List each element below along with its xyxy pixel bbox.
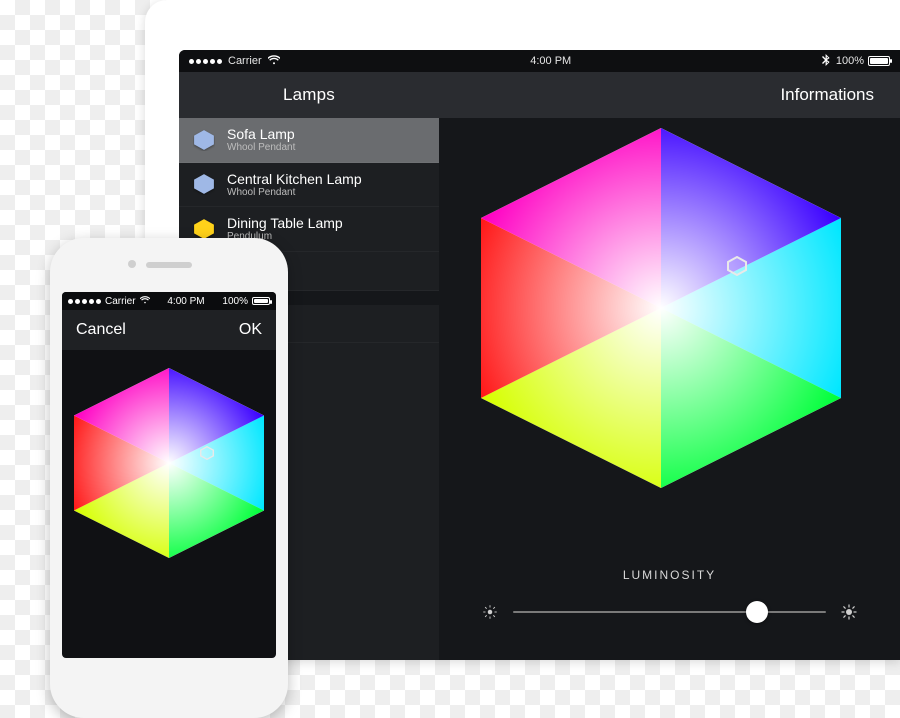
color-cursor[interactable] <box>200 446 214 460</box>
battery-pct-label: 100% <box>222 296 248 307</box>
informations-button[interactable]: Informations <box>439 85 900 105</box>
lamp-name-label: Sofa Lamp <box>227 126 295 142</box>
ipad-toolbar: Lamps Informations <box>179 72 900 118</box>
carrier-label: Carrier <box>228 55 262 67</box>
iphone-screen: Carrier 4:00 PM 100% Cancel OK <box>62 292 276 658</box>
wifi-icon <box>268 55 280 68</box>
color-picker-pane: LUMINOSITY <box>439 118 900 660</box>
lamp-name-label: Dining Table Lamp <box>227 215 343 231</box>
color-hexagon[interactable] <box>74 368 264 558</box>
sidebar-title: Lamps <box>179 85 439 105</box>
luminosity-label: LUMINOSITY <box>481 568 858 582</box>
lamp-color-icon <box>193 129 215 151</box>
battery-indicator: 100% <box>222 296 270 307</box>
lamp-item[interactable]: Central Kitchen LampWhool Pendant <box>179 163 439 208</box>
color-hexagon[interactable] <box>481 128 841 488</box>
lamp-subtitle-label: Whool Pendant <box>227 142 295 154</box>
iphone-toolbar: Cancel OK <box>62 310 276 350</box>
signal-icon <box>189 59 222 64</box>
luminosity-slider[interactable] <box>513 600 826 624</box>
brightness-high-icon <box>840 603 858 621</box>
carrier-label: Carrier <box>105 296 136 307</box>
cancel-button[interactable]: Cancel <box>76 321 126 339</box>
bluetooth-icon <box>822 54 830 69</box>
iphone-status-bar: Carrier 4:00 PM 100% <box>62 292 276 310</box>
iphone-device-frame: Carrier 4:00 PM 100% Cancel OK <box>50 238 288 718</box>
brightness-low-icon <box>481 603 499 621</box>
wifi-icon <box>140 295 150 307</box>
color-cursor[interactable] <box>727 256 747 276</box>
ipad-status-bar: Carrier 4:00 PM 100% <box>179 50 900 72</box>
lamp-color-icon <box>193 173 215 195</box>
battery-indicator: 100% <box>836 55 890 67</box>
clock-label: 4:00 PM <box>167 296 204 307</box>
lamp-name-label: Central Kitchen Lamp <box>227 171 362 187</box>
signal-icon <box>68 299 101 304</box>
clock-label: 4:00 PM <box>530 55 571 67</box>
lamp-item[interactable]: Sofa LampWhool Pendant <box>179 118 439 163</box>
ok-button[interactable]: OK <box>239 321 262 339</box>
lamp-color-icon <box>193 218 215 240</box>
battery-pct-label: 100% <box>836 55 864 67</box>
luminosity-control: LUMINOSITY <box>481 568 858 624</box>
lamp-subtitle-label: Whool Pendant <box>227 187 362 199</box>
